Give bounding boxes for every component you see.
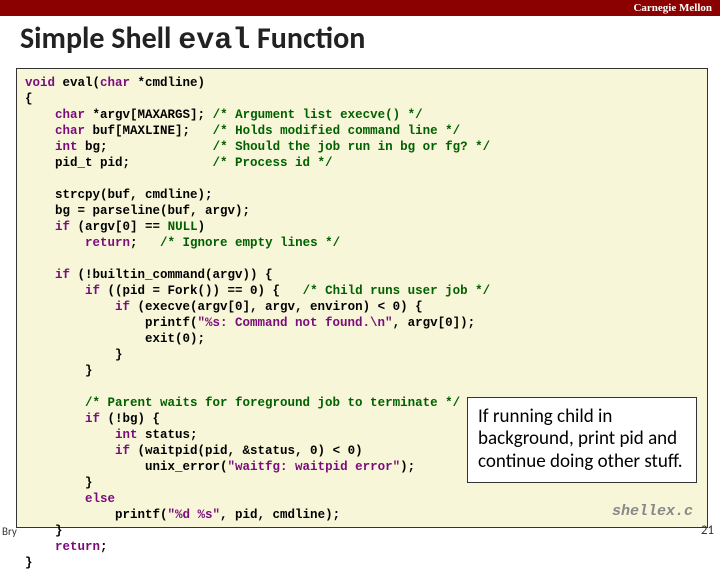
source-filename: shellex.c [612,502,693,521]
code-listing: void eval(char *cmdline) { char *argv[MA… [25,75,699,571]
slide-title: Simple Shell eval Function [0,16,720,62]
footer-left: Bry [2,525,17,538]
title-pre: Simple Shell [20,20,178,57]
header-bar: Carnegie Mellon [0,0,720,16]
title-mono: eval [178,24,250,58]
callout-box: If running child in background, print pi… [467,397,697,483]
code-box: void eval(char *cmdline) { char *argv[MA… [16,68,708,528]
title-post: Function [250,20,365,57]
brand-label: Carnegie Mellon [633,2,712,14]
page-number: 21 [701,523,714,538]
